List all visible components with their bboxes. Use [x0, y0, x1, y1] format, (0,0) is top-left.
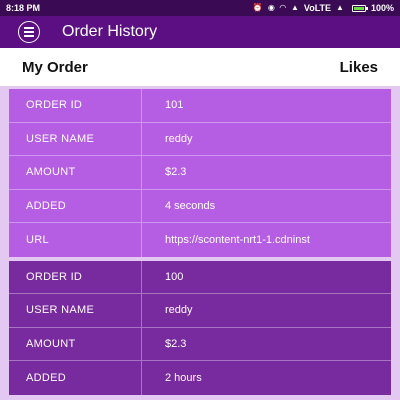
silent-icon: ◉	[267, 3, 275, 12]
signal-icon-2: ▲	[336, 3, 344, 12]
table-row: USER NAME reddy	[9, 122, 391, 156]
field-label: AMOUNT	[9, 156, 142, 189]
field-label: ADDED	[9, 189, 142, 222]
field-value: $2.3	[165, 337, 187, 350]
page-title: Order History	[62, 23, 158, 40]
order-list[interactable]: ORDER ID 101 USER NAME reddy AMOUNT $2.3…	[9, 89, 391, 399]
field-value: reddy	[165, 304, 193, 317]
table-row: ORDER ID 100	[9, 260, 391, 294]
app-bar: Order History	[0, 16, 400, 48]
field-value: 101	[165, 99, 184, 112]
table-row: ADDED 2 hours	[9, 361, 391, 395]
tab-my-order[interactable]: My Order	[22, 59, 88, 76]
tab-likes[interactable]: Likes	[340, 59, 378, 76]
field-label: AMOUNT	[9, 327, 142, 360]
order-card[interactable]: ORDER ID 101 USER NAME reddy AMOUNT $2.3…	[9, 89, 391, 257]
table-row: AMOUNT $2.3	[9, 327, 391, 361]
status-icons: ⏰ ◉ ◠ ▲ VoLTE ▲ 100%	[253, 3, 394, 13]
menu-icon[interactable]	[18, 21, 40, 43]
field-label: ADDED	[9, 361, 142, 395]
order-card[interactable]: ORDER ID 100 USER NAME reddy AMOUNT $2.3…	[9, 260, 391, 395]
signal-icon: ▲	[290, 3, 299, 12]
url-link[interactable]: https://scontent-nrt1-1.cdninst	[142, 223, 391, 257]
field-label: USER NAME	[9, 294, 142, 327]
field-value: reddy	[165, 132, 193, 145]
field-label: ORDER ID	[9, 260, 142, 293]
battery-level: 100%	[370, 3, 394, 13]
field-label: URL	[9, 223, 142, 257]
field-label: USER NAME	[9, 122, 142, 155]
status-bar: 8:18 PM ⏰ ◉ ◠ ▲ VoLTE ▲ 100%	[0, 0, 400, 16]
wifi-icon: ◠	[279, 3, 286, 12]
field-value: 2 hours	[165, 371, 202, 384]
table-row: USER NAME reddy	[9, 294, 391, 328]
battery-icon	[351, 4, 368, 12]
table-row: ORDER ID 101	[9, 89, 391, 123]
field-value: $2.3	[165, 166, 187, 179]
status-time: 8:18 PM	[6, 3, 41, 13]
tab-bar: My Order Likes	[0, 48, 400, 86]
field-value: 100	[165, 270, 184, 283]
field-value: 4 seconds	[165, 199, 216, 212]
network-label: VoLTE	[303, 3, 332, 13]
field-label: ORDER ID	[9, 89, 142, 122]
table-row: ADDED 4 seconds	[9, 189, 391, 223]
alarm-icon: ⏰	[252, 3, 263, 12]
table-row: AMOUNT $2.3	[9, 156, 391, 190]
table-row: URL https://scontent-nrt1-1.cdninst	[9, 223, 391, 257]
